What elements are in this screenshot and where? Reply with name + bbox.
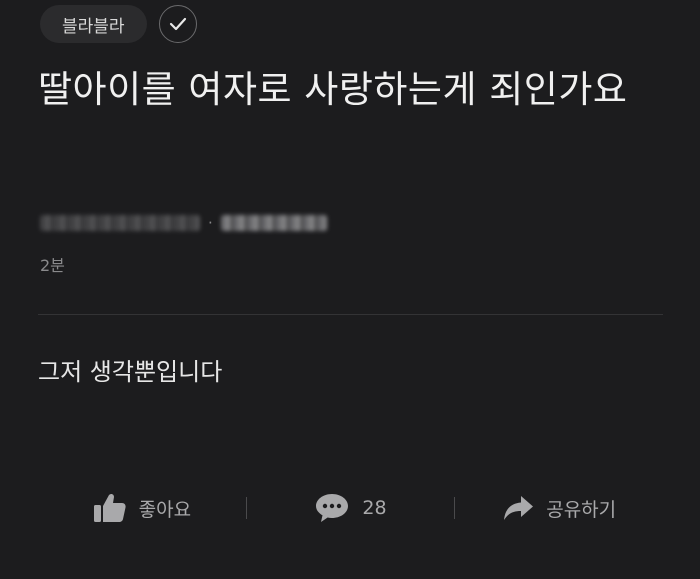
share-arrow-icon <box>502 494 534 522</box>
divider <box>38 314 663 315</box>
comment-button[interactable]: 28 <box>247 492 455 524</box>
share-button[interactable]: 공유하기 <box>455 494 663 522</box>
post-body: 그저 생각뿐입니다 <box>38 358 223 386</box>
like-label: 좋아요 <box>138 498 192 521</box>
author-company-blurred[interactable] <box>40 215 200 231</box>
comment-count: 28 <box>362 497 387 519</box>
like-button[interactable]: 좋아요 <box>38 492 246 524</box>
author-meta: · <box>40 214 327 232</box>
comment-bubble-icon <box>314 492 350 524</box>
category-chip[interactable]: 블라블라 <box>40 5 147 43</box>
thumbs-up-icon <box>93 492 127 524</box>
action-bar: 좋아요 28 공유하기 <box>38 486 663 530</box>
check-icon <box>169 17 186 31</box>
post-title: 딸아이를 여자로 사랑하는게 죄인가요 <box>38 68 628 111</box>
check-button[interactable] <box>158 5 197 43</box>
top-bar: 블라블라 <box>40 5 197 43</box>
share-label: 공유하기 <box>546 498 617 521</box>
post-time: 2분 <box>40 256 65 275</box>
meta-separator: · <box>208 214 213 232</box>
author-nickname-blurred[interactable] <box>220 215 327 231</box>
